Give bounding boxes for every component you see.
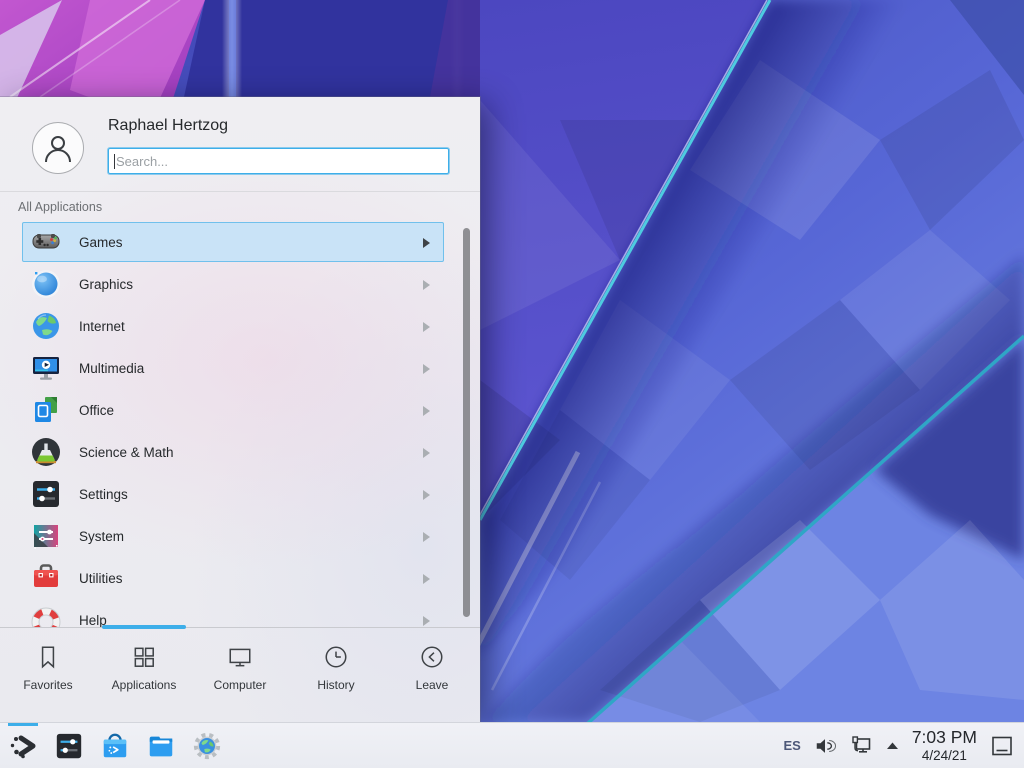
- menu-item-system[interactable]: System: [22, 516, 444, 556]
- kickoff-launcher-icon: [8, 731, 38, 761]
- desktop: Raphael Hertzog Search... All Applicatio…: [0, 0, 1024, 768]
- clock-date: 4/24/21: [922, 749, 967, 763]
- keyboard-layout-indicator[interactable]: ES: [783, 738, 800, 753]
- user-name: Raphael Hertzog: [108, 117, 228, 135]
- submenu-arrow-icon: [423, 322, 430, 332]
- network-icon[interactable]: [849, 734, 873, 758]
- submenu-arrow-icon: [423, 448, 430, 458]
- sliders-color-icon: [30, 520, 62, 552]
- sphere-icon: [30, 268, 62, 300]
- tab-favorites[interactable]: Favorites: [0, 628, 96, 722]
- taskbar-dolphin-button[interactable]: [146, 731, 176, 761]
- submenu-arrow-icon: [423, 238, 430, 248]
- submenu-arrow-icon: [423, 364, 430, 374]
- tab-label: Favorites: [23, 678, 72, 692]
- taskbar-systemsettings-button[interactable]: [54, 731, 84, 761]
- section-label: All Applications: [18, 200, 102, 214]
- tab-label: Applications: [112, 678, 177, 692]
- lifebuoy-icon: [30, 604, 62, 627]
- toolbox-icon: [30, 562, 62, 594]
- menu-item-internet[interactable]: Internet: [22, 306, 444, 346]
- tab-computer[interactable]: Computer: [192, 628, 288, 722]
- submenu-arrow-icon: [423, 280, 430, 290]
- search-input[interactable]: Search...: [108, 148, 449, 174]
- user-avatar-icon: [41, 131, 75, 165]
- menu-item-graphics[interactable]: Graphics: [22, 264, 444, 304]
- submenu-arrow-icon: [423, 532, 430, 542]
- list-scrollbar[interactable]: [463, 228, 470, 617]
- leave-icon: [419, 644, 445, 670]
- taskbar-pinned-apps: [0, 731, 222, 761]
- monitor-play-icon: [30, 352, 62, 384]
- menu-item-label: Utilities: [79, 571, 123, 586]
- menu-item-settings[interactable]: Settings: [22, 474, 444, 514]
- tab-history[interactable]: History: [288, 628, 384, 722]
- text-cursor: [114, 154, 115, 169]
- history-clock-icon: [323, 644, 349, 670]
- menu-item-label: System: [79, 529, 124, 544]
- menu-item-office[interactable]: Office: [22, 390, 444, 430]
- menu-item-utilities[interactable]: Utilities: [22, 558, 444, 598]
- menu-item-label: Games: [79, 235, 123, 250]
- tab-label: History: [317, 678, 354, 692]
- show-desktop-button[interactable]: [990, 734, 1014, 758]
- sliders-dark-icon: [30, 478, 62, 510]
- taskbar-launcher-button[interactable]: [8, 731, 38, 761]
- active-task-indicator: [8, 723, 38, 726]
- gamepad-icon: [30, 226, 62, 258]
- category-list: Games Graphics: [0, 222, 480, 627]
- clock-time: 7:03 PM: [912, 729, 977, 747]
- discover-icon: [100, 731, 130, 761]
- menu-item-label: Multimedia: [79, 361, 144, 376]
- taskbar-panel: ES 7:03 PM 4/24/21: [0, 722, 1024, 768]
- header-separator: [0, 191, 480, 192]
- submenu-arrow-icon: [423, 490, 430, 500]
- documents-icon: [30, 394, 62, 426]
- taskbar-discover-button[interactable]: [100, 731, 130, 761]
- launcher-tabbar: Favorites Applications Computer: [0, 627, 480, 722]
- web-browser-icon: [192, 731, 222, 761]
- menu-item-label: Office: [79, 403, 114, 418]
- app-grid-icon: [131, 644, 157, 670]
- volume-icon[interactable]: [814, 735, 836, 757]
- search-placeholder: Search...: [116, 154, 168, 169]
- system-tray: ES 7:03 PM 4/24/21: [783, 729, 1024, 762]
- active-tab-indicator: [102, 625, 186, 629]
- bookmark-icon: [35, 644, 61, 670]
- globe-icon: [30, 310, 62, 342]
- flask-icon: [30, 436, 62, 468]
- computer-icon: [227, 644, 253, 670]
- menu-item-label: Settings: [79, 487, 128, 502]
- dolphin-files-icon: [146, 731, 176, 761]
- menu-item-help[interactable]: Help: [22, 600, 444, 627]
- menu-item-multimedia[interactable]: Multimedia: [22, 348, 444, 388]
- menu-item-label: Graphics: [79, 277, 133, 292]
- menu-item-science-math[interactable]: Science & Math: [22, 432, 444, 472]
- menu-item-games[interactable]: Games: [22, 222, 444, 262]
- taskbar-browser-button[interactable]: [192, 731, 222, 761]
- submenu-arrow-icon: [423, 616, 430, 626]
- tab-label: Computer: [214, 678, 267, 692]
- tab-leave[interactable]: Leave: [384, 628, 480, 722]
- tab-label: Leave: [416, 678, 449, 692]
- expand-tray-icon[interactable]: [886, 741, 899, 751]
- submenu-arrow-icon: [423, 406, 430, 416]
- tab-applications[interactable]: Applications: [96, 628, 192, 722]
- digital-clock[interactable]: 7:03 PM 4/24/21: [912, 729, 977, 762]
- application-launcher-menu: Raphael Hertzog Search... All Applicatio…: [0, 97, 480, 722]
- menu-item-label: Science & Math: [79, 445, 174, 460]
- submenu-arrow-icon: [423, 574, 430, 584]
- system-settings-icon: [54, 731, 84, 761]
- user-avatar[interactable]: [32, 122, 84, 174]
- menu-item-label: Internet: [79, 319, 125, 334]
